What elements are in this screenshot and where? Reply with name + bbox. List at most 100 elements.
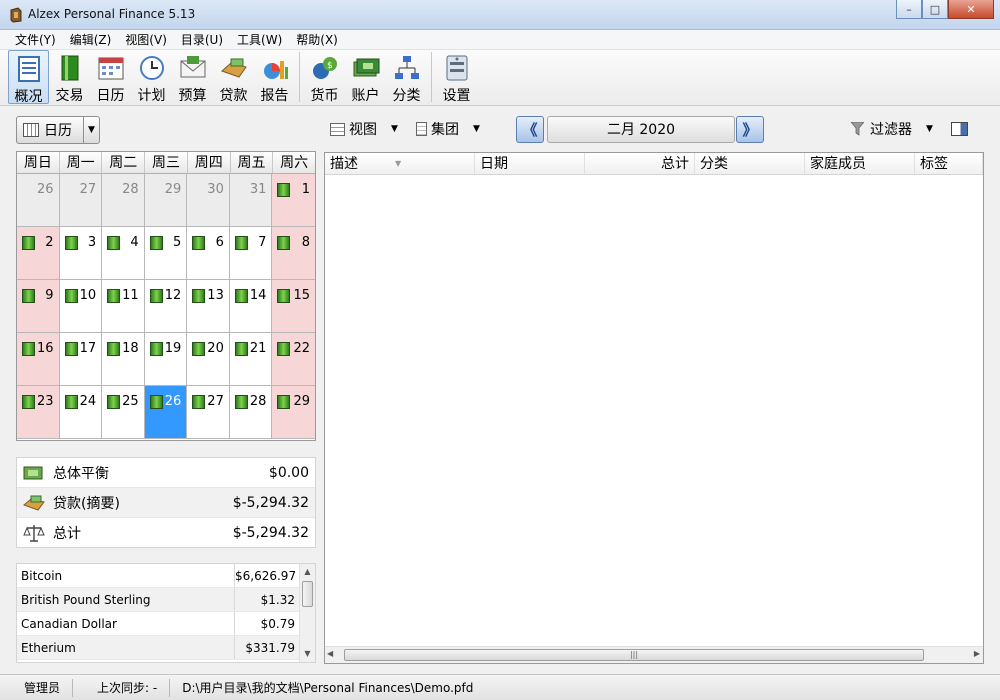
toolbar-button-overview[interactable]: 概况 [8, 50, 49, 105]
menu-view[interactable]: 视图(V) [118, 31, 174, 48]
calendar-day[interactable]: 24 [59, 386, 103, 439]
calendar-day-number: 9 [45, 288, 54, 303]
calendar-day[interactable]: 26 [17, 174, 60, 227]
calendar-day[interactable]: 31 [229, 174, 273, 227]
calendar-day[interactable]: 27 [59, 174, 103, 227]
calendar-day[interactable]: 2 [17, 227, 60, 280]
previous-period-button[interactable]: 《 [516, 116, 544, 143]
calendar-day[interactable]: 12 [144, 280, 188, 333]
view-mode-current[interactable]: 日历 [17, 120, 83, 140]
calendar-day[interactable]: 13 [187, 280, 230, 333]
calendar-day[interactable]: 29 [272, 386, 315, 439]
menu-catalog[interactable]: 目录(U) [174, 31, 230, 48]
menu-edit[interactable]: 编辑(Z) [63, 31, 119, 48]
calendar-day-number: 4 [130, 235, 139, 250]
chevron-down-icon[interactable]: ▼ [83, 117, 99, 143]
toolbar-button-currency[interactable]: $ 货币 [304, 50, 345, 104]
calendar-day-number: 1 [301, 182, 310, 197]
panel-toggle-icon[interactable] [951, 122, 968, 136]
calendar-day[interactable]: 1 [272, 174, 315, 227]
currency-icon: $ [310, 53, 340, 83]
funnel-icon [851, 122, 864, 136]
weekday-header: 周一 [60, 152, 103, 173]
currency-row[interactable]: Canadian Dollar $0.79 [17, 612, 299, 636]
group-dropdown[interactable]: 集团 ▼ [416, 119, 480, 139]
column-header[interactable]: 总计 [585, 153, 695, 174]
calendar-day[interactable]: 30 [187, 174, 230, 227]
scroll-right-icon[interactable]: ▶ [974, 649, 980, 658]
currency-rate: $331.79 [245, 640, 295, 655]
calendar-day[interactable]: 27 [187, 386, 230, 439]
calendar-day[interactable]: 28 [102, 174, 145, 227]
calendar-day[interactable]: 25 [102, 386, 145, 439]
scroll-thumb[interactable] [302, 581, 313, 607]
currency-row[interactable]: Etherium $331.79 [17, 636, 299, 660]
scroll-down-icon[interactable]: ▼ [300, 646, 315, 662]
transactions-book-icon [64, 342, 78, 356]
toolbar-button-loan[interactable]: 贷款 [213, 50, 254, 104]
scroll-up-icon[interactable]: ▲ [300, 564, 315, 580]
calendar-day[interactable]: 20 [187, 333, 230, 386]
toolbar-button-book[interactable]: 交易 [49, 50, 90, 104]
view-mode-dropdown[interactable]: 日历 ▼ [16, 116, 100, 144]
calendar-day[interactable]: 23 [17, 386, 60, 439]
calendar-day[interactable]: 15 [272, 280, 315, 333]
toolbar-button-label: 计划 [137, 88, 166, 104]
toolbar-button-settings[interactable]: 设置 [436, 50, 477, 104]
toolbar-button-label: 账户 [351, 88, 380, 104]
toolbar-button-label: 贷款 [219, 88, 248, 104]
menu-tools[interactable]: 工具(W) [230, 31, 289, 48]
calendar-day[interactable]: 26 [144, 386, 188, 439]
calendar-day[interactable]: 3 [59, 227, 103, 280]
transactions-book-icon [192, 289, 206, 303]
toolbar-button-clock[interactable]: 计划 [131, 50, 172, 104]
calendar-day[interactable]: 8 [272, 227, 315, 280]
calendar-day[interactable]: 11 [102, 280, 145, 333]
calendar-day[interactable]: 21 [229, 333, 273, 386]
vertical-scrollbar[interactable]: ▲ ▼ [299, 564, 315, 662]
next-period-button[interactable]: 》 [736, 116, 764, 143]
column-header[interactable]: 标签 [915, 153, 983, 174]
calendar-day[interactable]: 7 [229, 227, 273, 280]
calendar-day-number: 23 [37, 394, 54, 409]
column-header[interactable]: 分类 [695, 153, 805, 174]
scroll-thumb[interactable]: ||| [344, 649, 924, 661]
calendar-day[interactable]: 4 [102, 227, 145, 280]
calendar-day[interactable]: 9 [17, 280, 60, 333]
toolbar-button-envelope[interactable]: 预算 [172, 50, 213, 104]
calendar-day[interactable]: 5 [144, 227, 188, 280]
column-header[interactable]: 日期 [475, 153, 585, 174]
currency-row[interactable]: Bitcoin $6,626.97 [17, 564, 299, 588]
maximize-button[interactable]: □ [922, 0, 948, 19]
view-dropdown[interactable]: 视图 ▼ [330, 119, 398, 139]
current-period[interactable]: 二月 2020 [547, 116, 735, 143]
calendar-day[interactable]: 6 [187, 227, 230, 280]
calendar-day[interactable]: 18 [102, 333, 145, 386]
toolbar-button-categories[interactable]: 分类 [386, 50, 427, 104]
transactions-book-icon [234, 342, 248, 356]
close-button[interactable]: ✕ [948, 0, 994, 19]
calendar-day[interactable]: 10 [59, 280, 103, 333]
calendar-day[interactable]: 17 [59, 333, 103, 386]
scroll-left-icon[interactable]: ◀ [327, 649, 333, 658]
currency-row[interactable]: British Pound Sterling $1.32 [17, 588, 299, 612]
menu-help[interactable]: 帮助(X) [289, 31, 345, 48]
toolbar-button-calendar[interactable]: 日历 [90, 50, 131, 104]
calendar-day[interactable]: 14 [229, 280, 273, 333]
grid-header: 描述日期总计分类家庭成员标签 [325, 153, 983, 175]
filter-dropdown[interactable]: 过滤器 ▼ [851, 119, 933, 139]
toolbar-button-accounts[interactable]: 账户 [345, 50, 386, 104]
group-label: 集团 [431, 122, 459, 138]
calendar-day[interactable]: 19 [144, 333, 188, 386]
menu-file[interactable]: 文件(Y) [8, 31, 63, 48]
column-header[interactable]: 家庭成员 [805, 153, 915, 174]
calendar-day[interactable]: 16 [17, 333, 60, 386]
horizontal-scrollbar[interactable]: ◀ ||| ▶ [325, 646, 983, 663]
minimize-button[interactable]: – [896, 0, 922, 19]
column-header[interactable]: 描述 [325, 153, 475, 175]
toolbar-button-chart[interactable]: 报告 [254, 50, 295, 104]
calendar-day[interactable]: 28 [229, 386, 273, 439]
toolbar-button-label: 日历 [96, 88, 125, 104]
calendar-day[interactable]: 29 [144, 174, 188, 227]
calendar-day[interactable]: 22 [272, 333, 315, 386]
